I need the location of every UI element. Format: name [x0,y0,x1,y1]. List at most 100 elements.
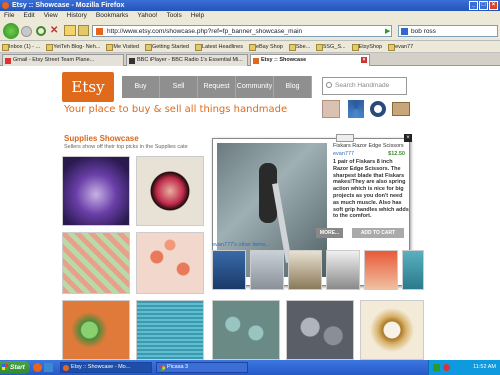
tab-gmail[interactable]: Gmail - Etsy Street Team Plane... [2,54,124,66]
tab-label: Gmail - Etsy Street Team Plane... [13,57,95,63]
yarn-icon[interactable] [348,100,364,118]
other-item-thumbnail[interactable] [364,250,398,290]
start-button[interactable]: Start [0,361,30,374]
other-item-thumbnail[interactable] [326,250,360,290]
product-price: $12.50 [388,151,405,157]
search-engine-icon [401,28,408,35]
product-title[interactable]: Fiskars Razor Edge Scissors [333,143,408,149]
product-thumbnail[interactable] [360,300,424,360]
section-subtitle: Sellers show off their top picks in the … [64,144,188,150]
bookmark-item[interactable]: EtsyShop [350,41,387,52]
tab-etsy[interactable]: Etsy :: Showcase × [250,54,370,66]
url-text: http://www.etsy.com/showcase.php?ref=fp_… [107,28,303,35]
other-item-thumbnail[interactable] [288,250,322,290]
minimize-button[interactable]: _ [469,1,478,10]
security-icon[interactable] [443,364,450,371]
menu-tools[interactable]: Tools [167,11,182,21]
tagline: Your place to buy & sell all things hand… [64,104,288,115]
tab-bar: Gmail - Etsy Street Team Plane... BBC iP… [0,53,500,66]
bookmark-item[interactable]: Me Visited [104,41,143,52]
product-thumbnail[interactable] [136,300,204,360]
stop-icon[interactable]: ✕ [50,26,60,36]
gmail-icon [5,58,11,64]
web-page: Etsy Buy Sell Request Community Blog Sea… [0,66,500,360]
bookmark-item[interactable]: 5SG_S... [314,41,349,52]
menu-file[interactable]: File [4,11,14,21]
taskbar-item-picasa[interactable]: Picasa 3 [156,362,248,373]
address-bar[interactable]: http://www.etsy.com/showcase.php?ref=fp_… [92,25,392,37]
window-title: Etsy :: Showcase - Mozilla Firefox [12,2,125,9]
seller-link[interactable]: evan777 [333,151,354,157]
close-button[interactable]: × [489,1,498,10]
popup-tab [336,134,354,142]
reload-icon[interactable] [36,26,46,36]
tab-label: BBC iPlayer - BBC Radio 1's Essential Mi… [137,57,243,63]
forward-button[interactable] [21,26,32,37]
tab-bbc[interactable]: BBC iPlayer - BBC Radio 1's Essential Mi… [126,54,248,66]
go-arrow-icon[interactable]: ▶ [385,27,390,35]
firefox-icon [2,2,9,9]
menu-yahoo[interactable]: Yahoo! [137,11,157,21]
menu-help[interactable]: Help [191,11,204,21]
nav-sell[interactable]: Sell [160,76,198,98]
product-thumbnail[interactable] [62,156,130,226]
etsy-favicon [96,28,103,35]
bookmark-item[interactable]: Getting Started [143,41,193,52]
more-button[interactable]: MORE... [316,228,343,238]
nav-request[interactable]: Request [198,76,236,98]
window-title-bar: Etsy :: Showcase - Mozilla Firefox _ □ × [0,0,500,11]
bookmark-item[interactable]: evan77 [386,41,417,52]
bookmarks-toolbar: Inbox (1) - ... YetTeh Blog- Neh... Me V… [0,41,500,53]
taskbar-item-firefox[interactable]: Etsy :: Showcase - Mo... [60,362,152,373]
other-items-link[interactable]: evan777's other items... [212,242,270,248]
network-icon[interactable] [433,364,440,371]
taskbar-item-label: Etsy :: Showcase - Mo... [71,364,131,370]
maximize-button[interactable]: □ [479,1,488,10]
desktop-quicklaunch-icon[interactable] [44,363,53,372]
menu-bookmarks[interactable]: Bookmarks [96,11,129,21]
menu-view[interactable]: View [44,11,58,21]
etsy-tab-icon [253,58,259,64]
bookmark-item[interactable]: YetTeh Blog- Neh... [44,41,104,52]
bookmark-item[interactable]: Latest Headlines [193,41,247,52]
taskbar: Start Etsy :: Showcase - Mo... Picasa 3 … [0,360,500,375]
other-item-thumbnail[interactable] [402,250,424,290]
close-tab-icon[interactable]: × [361,57,367,63]
nav-community[interactable]: Community [236,76,274,98]
nav-blog[interactable]: Blog [274,76,312,98]
search-placeholder: Search Handmade [335,82,390,89]
product-thumbnail[interactable] [286,300,354,360]
product-thumbnail[interactable] [136,232,204,294]
product-thumbnail[interactable] [212,300,280,360]
other-item-thumbnail[interactable] [250,250,284,290]
product-thumbnail[interactable] [62,300,130,360]
bookmark-item[interactable]: eBay Shop [247,41,287,52]
bookmark-folder-icon[interactable] [78,25,89,36]
add-to-cart-button[interactable]: ADD TO CART [352,228,404,238]
popup-close-icon[interactable]: × [404,134,412,142]
firefox-icon [63,365,69,371]
product-thumbnail[interactable] [136,156,204,226]
box-icon[interactable] [392,102,410,116]
product-thumbnail[interactable] [62,232,130,294]
etsy-logo[interactable]: Etsy [62,72,114,102]
cards-icon[interactable] [322,100,340,118]
firefox-quicklaunch-icon[interactable] [33,363,42,372]
clock: 11:52 AM [473,364,496,370]
home-icon[interactable] [64,25,76,36]
section-title: Supplies Showcase [64,134,139,143]
menu-edit[interactable]: Edit [23,11,34,21]
etsy-search-input[interactable]: Search Handmade [322,77,407,95]
menu-history[interactable]: History [67,11,87,21]
nav-buy[interactable]: Buy [122,76,160,98]
ring-icon[interactable] [370,101,386,117]
bookmark-item[interactable]: Sbe... [287,41,314,52]
tab-label: Etsy :: Showcase [261,57,307,63]
bbc-icon [129,58,135,64]
bookmark-item[interactable]: Inbox (1) - ... [0,41,44,52]
other-item-thumbnail[interactable] [212,250,246,290]
back-button[interactable] [3,23,19,39]
search-text: bob ross [411,28,436,35]
search-field[interactable]: bob ross [398,25,498,37]
taskbar-item-label: Picasa 3 [167,364,189,370]
